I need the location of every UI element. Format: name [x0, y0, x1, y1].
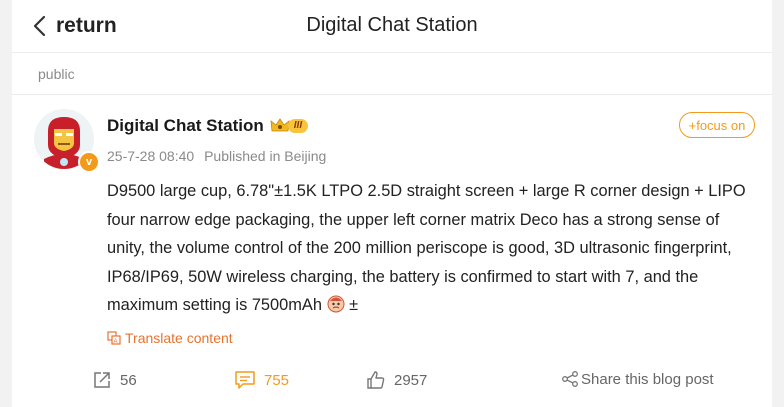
post-meta: 25-7-28 08:40 Published in Beijing [107, 148, 326, 164]
comment-count: 755 [264, 371, 290, 389]
post-text: D9500 large cup, 6.78"±1.5K LTPO 2.5D st… [107, 182, 746, 314]
share-label: Share this blog post [581, 370, 714, 388]
follow-button[interactable]: +focus on [679, 112, 755, 138]
author-row: Digital Chat Station III [107, 116, 309, 136]
divider [12, 94, 772, 95]
comment-button[interactable]: 755 [234, 370, 289, 390]
thumbs-up-icon [367, 371, 385, 389]
emoji-icon [327, 295, 345, 313]
like-count: 2957 [394, 371, 428, 389]
verified-badge: v [78, 151, 100, 173]
post-location: Published in Beijing [204, 148, 327, 164]
post-text-suffix: ± [349, 296, 359, 314]
share-button[interactable]: Share this blog post [561, 370, 714, 388]
share-icon [562, 371, 578, 387]
header-bar: return Digital Chat Station [12, 0, 772, 53]
share-arrow-icon [94, 372, 110, 388]
crown-icon [270, 118, 290, 132]
post-content: D9500 large cup, 6.78"±1.5K LTPO 2.5D st… [107, 177, 757, 320]
level-text: III [293, 120, 303, 131]
forward-count: 56 [120, 371, 137, 389]
level-badge: III [270, 118, 309, 134]
action-bar: 56 755 2957 Share this blog post [12, 364, 772, 398]
post-card: return Digital Chat Station public v Dig… [12, 0, 772, 407]
translate-icon: A [107, 331, 121, 345]
translate-link[interactable]: A Translate content [107, 330, 233, 346]
svg-text:A: A [114, 339, 118, 345]
like-button[interactable]: 2957 [366, 370, 427, 390]
post-timestamp: 25-7-28 08:40 [107, 148, 195, 164]
level-pill: III [287, 119, 309, 133]
translate-label: Translate content [125, 330, 233, 346]
forward-button[interactable]: 56 [92, 370, 137, 390]
author-name[interactable]: Digital Chat Station [107, 116, 264, 136]
page-title: Digital Chat Station [306, 14, 478, 36]
comment-icon [235, 371, 255, 389]
visibility-label: public [38, 66, 75, 82]
